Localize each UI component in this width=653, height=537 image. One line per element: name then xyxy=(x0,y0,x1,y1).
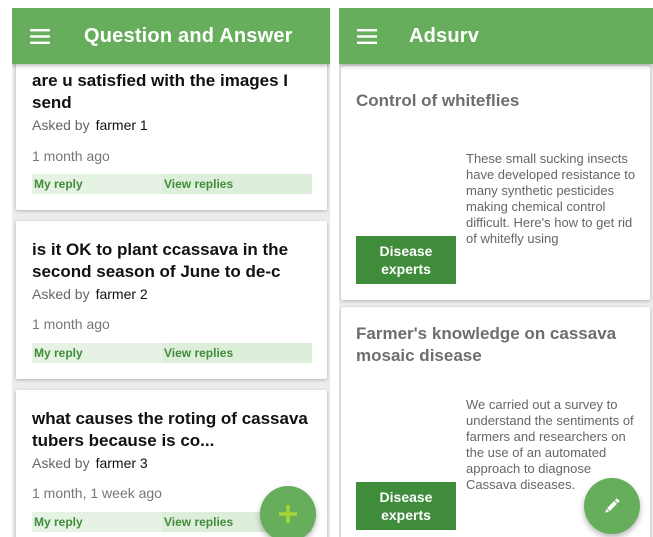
add-question-button[interactable] xyxy=(260,486,316,537)
asked-by: Asked by farmer 1 xyxy=(32,117,148,133)
question-card[interactable]: are u satisfied with the images I send A… xyxy=(16,40,327,210)
adsurv-app-bar: Adsurv xyxy=(339,8,653,64)
question-time: 1 month, 1 week ago xyxy=(32,485,162,501)
disease-experts-label: Disease experts xyxy=(379,243,433,277)
question-title: is it OK to plant ccassava in the second… xyxy=(32,240,289,281)
farmer-name: farmer 3 xyxy=(95,455,148,471)
qa-title: Question and Answer xyxy=(84,24,293,47)
my-reply-button[interactable]: My reply xyxy=(34,343,162,363)
menu-icon[interactable] xyxy=(339,8,395,64)
question-time: 1 month ago xyxy=(32,316,110,332)
asked-by-label: Asked by xyxy=(32,455,90,471)
asked-by-label: Asked by xyxy=(32,286,90,302)
question-actions: My reply View replies xyxy=(32,174,312,194)
question-title: what causes the roting of cassava tubers… xyxy=(32,409,308,450)
article-summary: These small sucking insects have develop… xyxy=(466,151,636,246)
question-actions: My reply View replies xyxy=(32,343,312,363)
asked-by: Asked by farmer 3 xyxy=(32,455,148,471)
article-card[interactable]: Control of whiteflies These small suckin… xyxy=(341,66,650,300)
disease-experts-button[interactable]: Disease experts xyxy=(356,236,456,284)
disease-experts-button[interactable]: Disease experts xyxy=(356,482,456,530)
view-replies-button[interactable]: View replies xyxy=(162,343,312,363)
adsurv-screen: Adsurv Control of whiteflies These small… xyxy=(339,8,653,537)
article-title: Control of whiteflies xyxy=(356,91,520,110)
question-time: 1 month ago xyxy=(32,148,110,164)
farmer-name: farmer 2 xyxy=(95,286,148,302)
article-title: Farmer's knowledge on cassava mosaic dis… xyxy=(356,324,617,365)
disease-experts-label: Disease experts xyxy=(379,489,433,523)
menu-icon[interactable] xyxy=(12,8,68,64)
qa-screen: Question and Answer are u satisfied with… xyxy=(12,8,330,537)
create-post-button[interactable] xyxy=(584,478,640,534)
pencil-icon xyxy=(605,498,620,513)
qa-app-bar: Question and Answer xyxy=(12,8,330,64)
asked-by: Asked by farmer 2 xyxy=(32,286,148,302)
plus-icon xyxy=(279,505,297,523)
question-card[interactable]: is it OK to plant ccassava in the second… xyxy=(16,221,327,379)
my-reply-button[interactable]: My reply xyxy=(34,174,162,194)
view-replies-button[interactable]: View replies xyxy=(162,174,312,194)
asked-by-label: Asked by xyxy=(32,117,90,133)
question-title: are u satisfied with the images I send xyxy=(32,71,289,112)
farmer-name: farmer 1 xyxy=(95,117,148,133)
adsurv-title: Adsurv xyxy=(409,24,480,47)
my-reply-button[interactable]: My reply xyxy=(34,512,162,532)
